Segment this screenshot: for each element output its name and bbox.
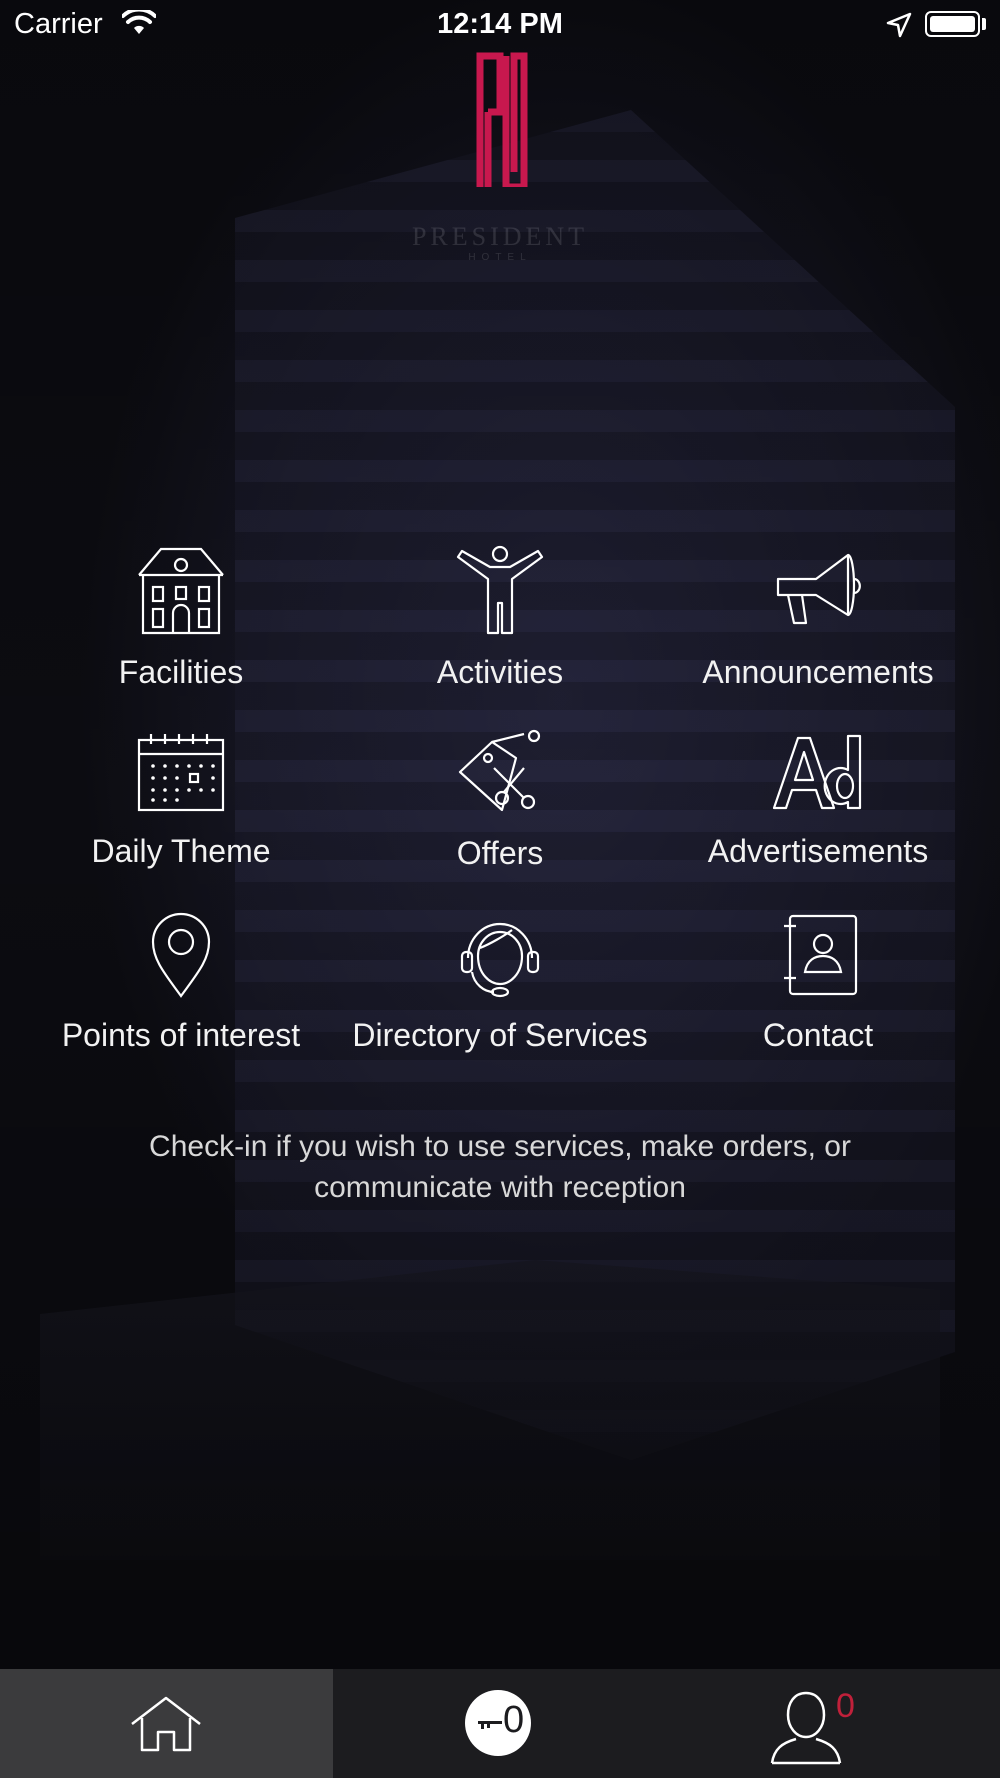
menu-label: Advertisements [707, 833, 929, 869]
menu-label: Offers [456, 835, 544, 871]
tab-home[interactable] [0, 1669, 333, 1778]
building-icon [138, 547, 224, 635]
menu-points-of-interest[interactable]: Points of interest [22, 912, 340, 1059]
key-badge: 0 [465, 1690, 531, 1756]
menu-label: Facilities [118, 654, 244, 690]
menu-facilities[interactable]: Facilities [22, 545, 340, 696]
contact-book-icon [784, 914, 858, 996]
menu-contact[interactable]: Contact [659, 912, 977, 1059]
calendar-icon [137, 734, 225, 812]
menu-daily-theme[interactable]: Daily Theme [22, 730, 340, 875]
menu-label: Daily Theme [91, 833, 271, 869]
tab-profile[interactable]: 0 [666, 1669, 1000, 1778]
brand-name: PRESIDENT [411, 222, 589, 251]
battery-icon [925, 11, 980, 37]
brand-subtitle: HOTEL [468, 252, 532, 263]
status-bar: Carrier 12:14 PM [0, 0, 1000, 50]
person-arms-up-icon [456, 545, 544, 635]
ad-icon [772, 734, 862, 810]
tab-bar: 0 0 [0, 1669, 1000, 1778]
tab-room-key[interactable]: 0 [333, 1669, 666, 1778]
key-icon [478, 1721, 502, 1729]
tag-scissors-icon [458, 729, 541, 812]
menu-activities[interactable]: Activities [341, 545, 659, 696]
user-icon [770, 1691, 842, 1765]
megaphone-icon [776, 553, 861, 625]
menu-advertisements[interactable]: Advertisements [659, 730, 977, 875]
background-overlay [0, 0, 1000, 1778]
menu-offers[interactable]: Offers [341, 728, 659, 877]
location-arrow-icon [886, 12, 912, 38]
hotel-logo-icon [476, 52, 528, 187]
user-notification-count: 0 [836, 1687, 855, 1725]
menu-label: Points of interest [61, 1017, 301, 1053]
menu-label: Activities [436, 654, 564, 690]
menu-announcements[interactable]: Announcements [659, 545, 977, 696]
key-count: 0 [503, 1699, 525, 1741]
battery-cap [982, 18, 986, 30]
clock: 12:14 PM [437, 8, 563, 40]
menu-label: Contact [762, 1017, 874, 1053]
map-pin-icon [151, 912, 211, 998]
check-in-notice: Check-in if you wish to use services, ma… [149, 1130, 851, 1204]
menu-label: Directory of Services [352, 1017, 648, 1053]
menu-directory-of-services[interactable]: Directory of Services [341, 912, 659, 1059]
menu-label: Announcements [702, 654, 934, 690]
headset-agent-icon [460, 922, 540, 998]
home-icon [131, 1696, 201, 1752]
